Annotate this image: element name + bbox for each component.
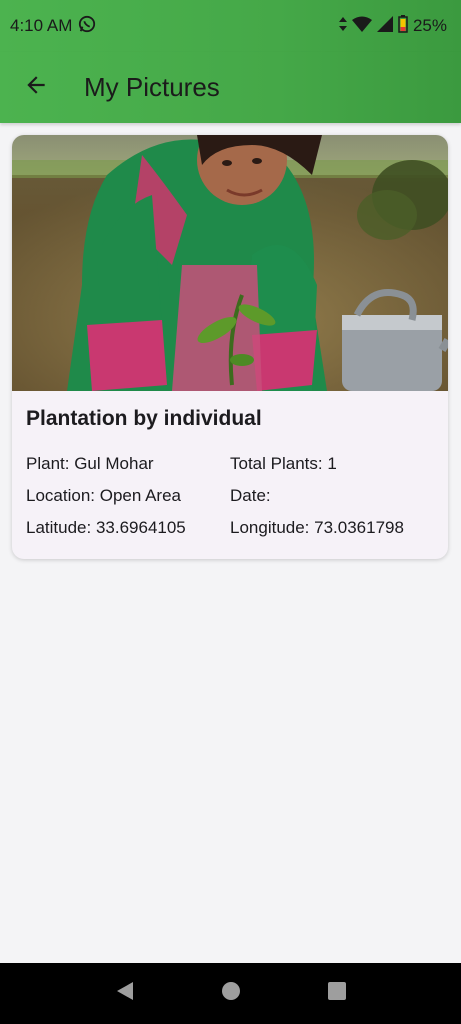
- battery-icon: [398, 14, 408, 38]
- latitude-text: Latitude: 33.6964105: [26, 518, 186, 537]
- status-bar: 4:10 AM 25%: [0, 0, 461, 52]
- triangle-back-icon: [115, 981, 135, 1006]
- page-title: My Pictures: [84, 72, 220, 102]
- arrow-left-icon: [23, 72, 49, 103]
- app-bar: My Pictures: [0, 52, 461, 123]
- circle-home-icon: [221, 981, 241, 1006]
- nav-recents-button[interactable]: [325, 982, 349, 1006]
- system-nav-bar: [0, 963, 461, 1024]
- card-title: Plantation by individual: [26, 407, 262, 430]
- square-recents-icon: [327, 981, 347, 1006]
- status-time: 4:10 AM: [10, 16, 73, 35]
- battery-percent: 25%: [412, 16, 447, 35]
- wifi-icon: [351, 16, 372, 37]
- total-plants-text: Total Plants: 1: [230, 454, 337, 473]
- plantation-card[interactable]: Plantation by individual Plant: Gul Moha…: [12, 135, 448, 559]
- status-left: 4:10 AM: [10, 15, 96, 38]
- back-button[interactable]: [8, 60, 64, 116]
- data-arrows-icon: [338, 16, 347, 36]
- date-text: Date:: [230, 486, 271, 505]
- nav-home-button[interactable]: [219, 982, 243, 1006]
- status-right: 25%: [338, 14, 447, 38]
- nav-back-button[interactable]: [113, 982, 137, 1006]
- location-text: Location: Open Area: [26, 486, 182, 505]
- whatsapp-icon: [78, 15, 96, 38]
- longitude-text: Longitude: 73.0361798: [230, 518, 404, 537]
- plant-text: Plant: Gul Mohar: [26, 454, 154, 473]
- signal-icon: [376, 15, 393, 37]
- plantation-photo: [12, 135, 448, 391]
